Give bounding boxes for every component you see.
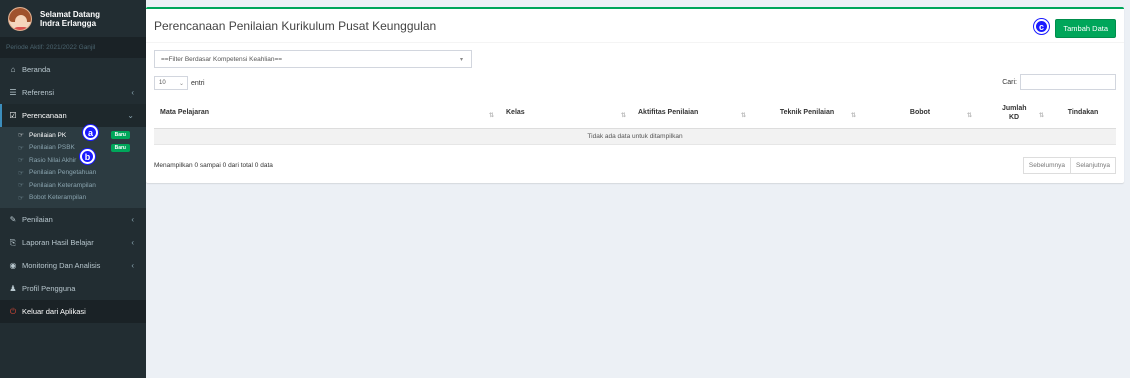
submenu-item-label: Penilaian PSBK (29, 144, 75, 152)
sidebar-item-label: Monitoring Dan Analisis (22, 261, 101, 270)
sidebar-item-beranda[interactable]: ⌂ Beranda (0, 58, 146, 81)
main-content: Perencanaan Penilaian Kurikulum Pusat Ke… (146, 7, 1124, 183)
column-teknik-penilaian[interactable]: Teknik Penilaian ⇅ (752, 98, 862, 129)
sidebar-item-profil-pengguna[interactable]: ♟ Profil Pengguna (0, 277, 146, 300)
sidebar-item-label: Perencanaan (22, 111, 67, 120)
entries-length-select[interactable]: 10 ⌄ (154, 76, 188, 90)
add-data-button[interactable]: Tambah Data (1055, 19, 1116, 38)
hand-point-icon: ☞ (18, 144, 24, 152)
sidebar-item-perencanaan[interactable]: ☑ Perencanaan ⌄ (0, 104, 146, 127)
sidebar-item-label: Penilaian (22, 215, 53, 224)
eye-icon: ◉ (9, 261, 17, 270)
submenu-item-rasio-nilai-akhir[interactable]: ☞ Rasio Nilai Akhir (0, 154, 146, 167)
power-icon: ⏻ (9, 306, 17, 316)
filter-placeholder: ==Filter Berdasar Kompetensi Keahlian== (161, 55, 283, 63)
sidebar-item-label: Laporan Hasil Belajar (22, 238, 94, 247)
hand-point-icon: ☞ (18, 182, 24, 190)
sort-icon: ⇅ (850, 113, 856, 119)
sidebar-item-logout[interactable]: ⏻ Keluar dari Aplikasi (0, 300, 146, 323)
user-info: Selamat Datang Indra Erlangga (40, 10, 100, 28)
new-badge: Baru (110, 143, 130, 152)
empty-table-message: Tidak ada data untuk ditampilkan (154, 128, 1116, 145)
chevron-left-icon: ‹ (131, 88, 134, 97)
submenu-item-label: Penilaian PK (29, 131, 67, 139)
new-badge: Baru (110, 131, 130, 140)
sidebar: Selamat Datang Indra Erlangga Periode Ak… (0, 0, 146, 378)
prev-page-button[interactable]: Sebelumnya (1022, 156, 1072, 174)
submenu-item-label: Penilaian Pengetahuan (29, 169, 97, 177)
search-wrap: Cari: (1002, 74, 1116, 90)
avatar (8, 6, 32, 31)
user-icon: ♟ (9, 284, 17, 293)
chevron-down-icon: ⌄ (127, 111, 134, 120)
chevron-left-icon: ‹ (131, 238, 134, 247)
submenu-item-penilaian-pk[interactable]: ☞ Penilaian PK Baru (0, 129, 146, 142)
sidebar-item-monitoring[interactable]: ◉ Monitoring Dan Analisis ‹ (0, 254, 146, 277)
user-name: Indra Erlangga (40, 18, 97, 28)
pagination: Sebelumnya Selanjutnya (1022, 156, 1116, 174)
submenu-item-label: Rasio Nilai Akhir (29, 156, 77, 164)
table-info: Menampilkan 0 sampai 0 dari total 0 data (154, 162, 273, 169)
search-label: Cari: (1002, 78, 1017, 86)
sort-icon: ⇅ (740, 113, 746, 119)
sidebar-item-label: Beranda (22, 65, 51, 74)
column-aktifitas-penilaian[interactable]: Aktifitas Penilaian ⇅ (632, 98, 752, 129)
sort-icon: ⇅ (966, 113, 972, 119)
table-controls: 10 ⌄ entri Cari: (154, 74, 1116, 92)
user-panel: Selamat Datang Indra Erlangga (0, 0, 146, 38)
hand-point-icon: ☞ (18, 132, 24, 140)
hand-point-icon: ☞ (18, 194, 24, 202)
pencil-square-icon: ✎ (9, 215, 17, 224)
data-table: Mata Pelajaran ⇅ Kelas ⇅ Aktifitas Penilai… (154, 98, 1116, 145)
column-kelas[interactable]: Kelas ⇅ (500, 98, 632, 129)
next-page-button[interactable]: Selanjutnya (1071, 156, 1116, 174)
box-body: ==Filter Berdasar Kompetensi Keahlian== … (146, 43, 1124, 183)
sort-icon: ⇅ (488, 113, 494, 119)
sidebar-item-label: Profil Pengguna (22, 284, 76, 293)
content-box: Perencanaan Penilaian Kurikulum Pusat Ke… (146, 7, 1124, 183)
page-title: Perencanaan Penilaian Kurikulum Pusat Ke… (154, 18, 437, 33)
table-row: Tidak ada data untuk ditampilkan (154, 128, 1116, 145)
chevron-left-icon: ‹ (131, 261, 134, 270)
sidebar-item-penilaian[interactable]: ✎ Penilaian ‹ (0, 208, 146, 231)
submenu-item-label: Penilaian Keterampilan (29, 181, 96, 189)
caret-down-icon: ▾ (459, 56, 463, 63)
submenu-perencanaan: ☞ Penilaian PK Baru ☞ Penilaian PSBK Bar… (0, 127, 146, 208)
annotation-marker-b: b (80, 149, 95, 164)
sidebar-item-laporan-hasil-belajar[interactable]: ⎘ Laporan Hasil Belajar ‹ (0, 231, 146, 254)
submenu-item-label: Bobot Keterampilan (29, 194, 87, 202)
edit-icon: ☑ (9, 111, 17, 120)
sidebar-item-referensi[interactable]: ☰ Referensi ‹ (0, 81, 146, 104)
annotation-marker-a: a (83, 125, 98, 140)
hand-point-icon: ☞ (18, 169, 24, 177)
box-header: Perencanaan Penilaian Kurikulum Pusat Ke… (146, 9, 1124, 43)
sidebar-item-label: Referensi (22, 88, 55, 97)
submenu-item-penilaian-pengetahuan[interactable]: ☞ Penilaian Pengetahuan (0, 167, 146, 180)
filter-kompetensi-select[interactable]: ==Filter Berdasar Kompetensi Keahlian== … (154, 50, 472, 68)
entries-label: entri (191, 79, 205, 87)
hand-point-icon: ☞ (18, 157, 24, 165)
submenu-item-penilaian-psbk[interactable]: ☞ Penilaian PSBK Baru (0, 142, 146, 155)
column-mata-pelajaran[interactable]: Mata Pelajaran ⇅ (154, 98, 500, 129)
submenu-item-penilaian-keterampilan[interactable]: ☞ Penilaian Keterampilan (0, 179, 146, 192)
entries-length-value: 10 (159, 80, 166, 86)
column-jumlah-kd[interactable]: Jumlah KD ⇅ (978, 98, 1050, 129)
annotation-marker-c: c (1034, 19, 1049, 34)
home-icon: ⌂ (10, 65, 16, 74)
list-icon: ☰ (9, 88, 17, 97)
sidebar-item-label: Keluar dari Aplikasi (22, 307, 86, 316)
column-bobot[interactable]: Bobot ⇅ (862, 98, 978, 129)
report-icon: ⎘ (9, 237, 17, 247)
user-greeting: Selamat Datang (40, 9, 101, 19)
sort-icon: ⇅ (1038, 113, 1044, 119)
chevron-down-icon: ⌄ (178, 80, 184, 87)
sort-icon: ⇅ (620, 113, 626, 119)
submenu-item-bobot-keterampilan[interactable]: ☞ Bobot Keterampilan (0, 192, 146, 205)
search-input[interactable] (1020, 74, 1116, 90)
table-footer: Menampilkan 0 sampai 0 dari total 0 data… (154, 156, 1116, 175)
periode-label: Periode Aktif: 2021/2022 Ganjil (0, 38, 146, 58)
chevron-left-icon: ‹ (131, 215, 134, 224)
column-tindakan: Tindakan (1050, 98, 1116, 129)
